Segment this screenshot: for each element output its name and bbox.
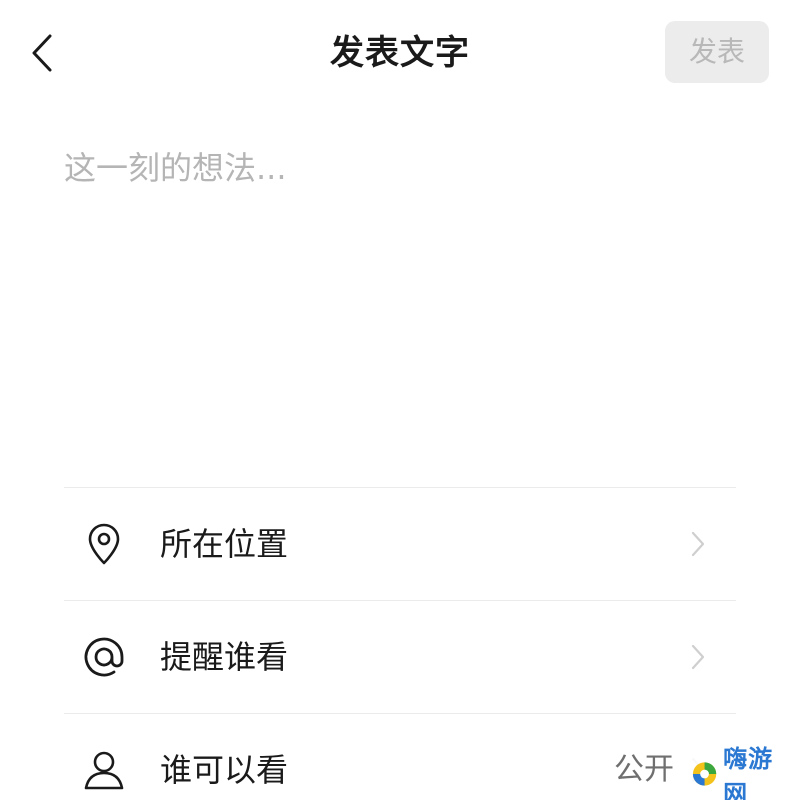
option-label: 所在位置: [160, 525, 289, 563]
compose-post-page: 发表文字 发表 所在位置 提醒谁看: [0, 0, 800, 800]
header-bar: 发表文字 发表: [0, 0, 800, 105]
person-icon: [84, 751, 124, 790]
location-pin-icon: [88, 523, 120, 565]
visibility-value: 公开: [614, 752, 674, 787]
option-mention[interactable]: 提醒谁看: [64, 600, 736, 713]
watermark-text: 嗨游网: [723, 745, 774, 800]
option-label: 谁可以看: [160, 751, 289, 789]
site-watermark: 嗨游网: [690, 745, 796, 800]
chevron-right-icon: [691, 644, 705, 670]
at-sign-icon: [84, 637, 124, 677]
publish-button[interactable]: 发表: [665, 21, 769, 83]
chevron-right-icon: [691, 531, 705, 557]
option-location[interactable]: 所在位置: [64, 487, 736, 600]
post-text-input[interactable]: [64, 138, 736, 458]
site-logo-icon: [692, 762, 717, 786]
option-label: 提醒谁看: [160, 638, 289, 676]
option-visibility[interactable]: 谁可以看 公开: [64, 713, 736, 800]
post-options-list: 所在位置 提醒谁看 谁可以看 公开: [64, 487, 736, 800]
